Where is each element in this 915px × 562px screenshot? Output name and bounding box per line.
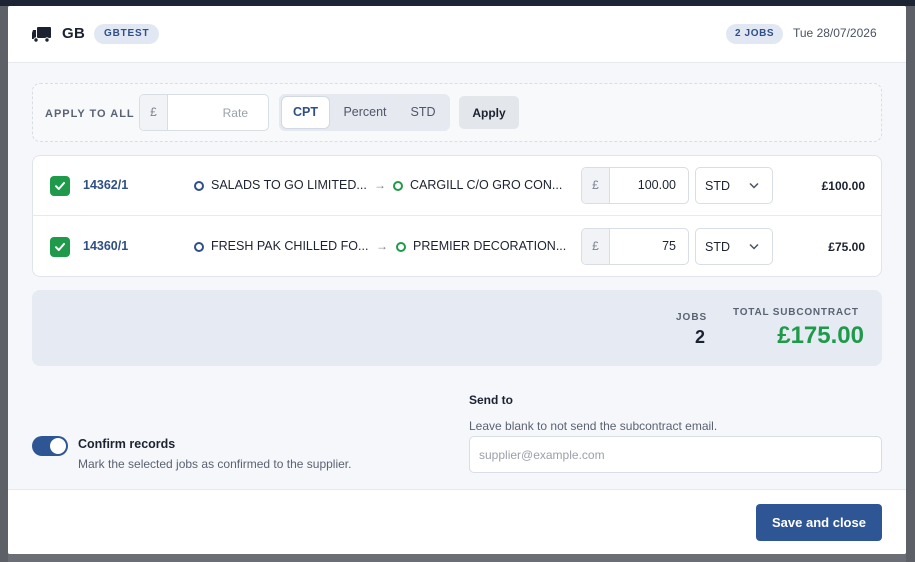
job-total: £75.00 — [828, 240, 865, 254]
arrow-right-icon: → — [374, 178, 386, 192]
header-code: GB — [62, 25, 86, 42]
summary-total-label: TOTAL SUBCONTRACT — [733, 307, 859, 318]
modal-header: GB GBTEST 2 JOBS Tue 28/07/2026 — [8, 6, 906, 63]
unit-value: STD — [705, 240, 730, 254]
save-and-close-button[interactable]: Save and close — [756, 504, 882, 541]
header-badge: GBTEST — [94, 24, 160, 44]
job-origin: SALADS TO GO LIMITED... — [211, 178, 367, 192]
job-checkbox[interactable] — [50, 237, 70, 257]
job-id-link[interactable]: 14360/1 — [83, 239, 128, 253]
header-date: Tue 28/07/2026 — [793, 26, 877, 40]
job-amount-input[interactable]: £ 100.00 — [581, 167, 689, 204]
check-icon — [55, 243, 65, 251]
background-left — [0, 6, 8, 562]
rate-mode-toggle: CPT Percent STD — [279, 94, 450, 131]
background-right — [906, 6, 915, 562]
apply-to-all-label: APPLY TO ALL — [45, 108, 135, 120]
mode-percent[interactable]: Percent — [331, 97, 399, 128]
job-total: £100.00 — [821, 179, 865, 193]
check-icon — [55, 182, 65, 190]
rate-input-group: £ — [139, 94, 269, 131]
summary-total-value: £175.00 — [777, 322, 864, 349]
jobs-table: 14362/1 SALADS TO GO LIMITED... → CARGIL… — [32, 155, 882, 277]
origin-dot-icon — [194, 181, 204, 191]
confirm-records-toggle[interactable] — [32, 436, 68, 456]
mode-std[interactable]: STD — [399, 97, 447, 128]
chevron-down-icon — [749, 182, 759, 189]
confirm-records-title: Confirm records — [78, 437, 176, 451]
amount-value[interactable]: 100.00 — [610, 168, 688, 203]
job-checkbox[interactable] — [50, 176, 70, 196]
amount-currency-prefix: £ — [582, 229, 610, 264]
jobs-count-badge: 2 JOBS — [726, 24, 784, 44]
origin-dot-icon — [194, 242, 204, 252]
job-destination: PREMIER DECORATION... — [413, 239, 567, 253]
summary-panel: JOBS 2 TOTAL SUBCONTRACT £175.00 — [32, 290, 882, 366]
job-id-link[interactable]: 14362/1 — [83, 178, 128, 192]
job-unit-select[interactable]: STD — [695, 228, 773, 265]
job-amount-input[interactable]: £ 75 — [581, 228, 689, 265]
unit-value: STD — [705, 179, 730, 193]
summary-jobs-label: JOBS — [676, 312, 708, 323]
apply-to-all-panel: APPLY TO ALL £ CPT Percent STD Apply — [32, 83, 882, 142]
table-row: 14362/1 SALADS TO GO LIMITED... → CARGIL… — [33, 156, 881, 216]
job-unit-select[interactable]: STD — [695, 167, 773, 204]
arrow-right-icon: → — [376, 239, 388, 253]
rate-input[interactable] — [168, 95, 268, 130]
chevron-down-icon — [749, 243, 759, 250]
job-destination: CARGILL C/O GRO CON... — [410, 178, 563, 192]
modal-body: APPLY TO ALL £ CPT Percent STD Apply 143… — [8, 63, 906, 489]
amount-value[interactable]: 75 — [610, 229, 688, 264]
table-row: 14360/1 FRESH PAK CHILLED FO... → PREMIE… — [33, 217, 881, 277]
subcontract-modal: GB GBTEST 2 JOBS Tue 28/07/2026 APPLY TO… — [8, 6, 906, 554]
supplier-email-input[interactable] — [469, 436, 882, 473]
send-to-label: Send to — [469, 393, 513, 407]
destination-dot-icon — [396, 242, 406, 252]
summary-jobs-count: 2 — [695, 327, 706, 347]
amount-currency-prefix: £ — [582, 168, 610, 203]
confirm-records-description: Mark the selected jobs as confirmed to t… — [78, 457, 352, 471]
apply-button[interactable]: Apply — [459, 96, 519, 129]
job-origin: FRESH PAK CHILLED FO... — [211, 239, 369, 253]
send-to-help: Leave blank to not send the subcontract … — [469, 419, 718, 433]
rate-currency-prefix: £ — [140, 95, 168, 130]
toggle-knob — [50, 438, 66, 454]
truck-icon — [32, 27, 51, 43]
modal-footer: Save and close — [8, 489, 906, 554]
mode-cpt[interactable]: CPT — [282, 97, 329, 128]
destination-dot-icon — [393, 181, 403, 191]
